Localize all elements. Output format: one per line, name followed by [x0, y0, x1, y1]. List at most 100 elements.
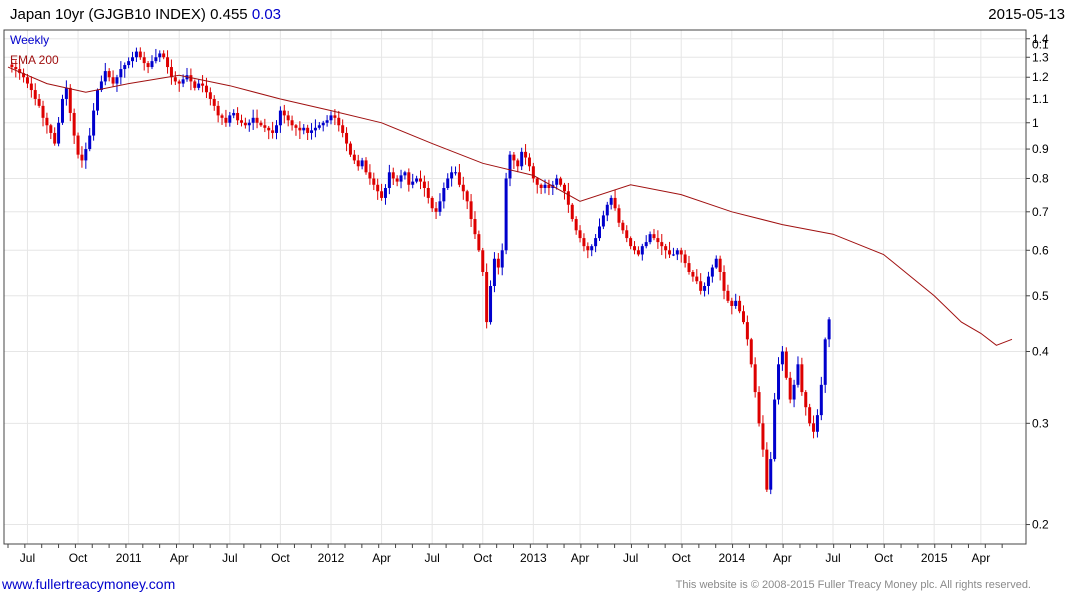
candle-body [827, 319, 831, 340]
candle-body [450, 172, 454, 179]
candle-body [473, 219, 477, 235]
candle-body [158, 53, 162, 58]
candle-body [531, 166, 535, 179]
candle-body [25, 77, 29, 84]
candle-body [613, 197, 617, 209]
x-tick-label: Apr [571, 551, 590, 565]
candle-body [804, 392, 808, 408]
x-tick-label: Apr [170, 551, 189, 565]
candle-body [387, 172, 391, 189]
candle-body [391, 172, 395, 179]
candle-body [590, 246, 594, 251]
candle-body [815, 415, 819, 432]
candle-body [290, 120, 294, 126]
candle-body [271, 130, 275, 133]
x-tick-label: Apr [972, 551, 991, 565]
candle-body [784, 351, 788, 378]
candle-body [325, 120, 329, 123]
candle-body [644, 242, 648, 247]
candle-body [539, 184, 543, 189]
candle-body [14, 67, 18, 70]
x-tick-label: Oct [69, 551, 88, 565]
candle-body [282, 110, 286, 116]
site-link[interactable]: www.fullertreacymoney.com [2, 576, 175, 592]
candle-body [407, 172, 411, 185]
y-tick-label: 0.9 [1032, 142, 1049, 156]
candle-body [306, 127, 310, 133]
candle-body [310, 130, 314, 133]
candle-body [220, 115, 224, 118]
x-tick-label: Jul [424, 551, 439, 565]
candle-body [671, 254, 675, 256]
candle-body [57, 122, 61, 144]
candle-body [586, 246, 590, 251]
candle-body [329, 115, 333, 121]
candle-body [41, 105, 45, 118]
x-tick-label: Apr [773, 551, 792, 565]
candle-body [695, 276, 699, 282]
candle-body [352, 154, 356, 161]
candle-body [29, 83, 33, 91]
y-tick-label: 0.7 [1032, 205, 1049, 219]
period-label: Weekly [10, 33, 49, 47]
y-axis: 0.20.30.40.50.60.70.80.911.11.21.31.40.1 [1026, 32, 1049, 532]
x-tick-label: 2012 [318, 551, 345, 565]
plot-frame [3, 29, 1027, 545]
candle-body [636, 250, 640, 255]
candle-body [45, 117, 49, 126]
candle-body [64, 87, 68, 99]
candle-body [777, 364, 781, 400]
candle-body [687, 263, 691, 273]
candle-body [800, 364, 804, 393]
candle-body [247, 122, 251, 126]
candle-body [675, 250, 679, 255]
candle-body [236, 112, 240, 121]
candle-body [115, 77, 119, 84]
x-tick-label: Jul [20, 551, 35, 565]
candle-body [543, 184, 547, 189]
candle-body [609, 197, 613, 205]
candle-body [819, 384, 823, 416]
candle-body [512, 154, 516, 161]
candle-body [134, 51, 138, 58]
candle-body [734, 300, 738, 306]
candle-body [601, 215, 605, 227]
x-tick-label: Apr [372, 551, 391, 565]
candle-body [201, 83, 205, 86]
candle-body [562, 184, 566, 192]
candle-body [193, 81, 197, 88]
candle-body [442, 188, 446, 202]
candle-body [298, 127, 302, 131]
y-tick-label: 0.5 [1032, 289, 1049, 303]
candle-body [446, 178, 450, 189]
candle-body [430, 197, 434, 209]
candle-body [251, 117, 255, 123]
candle-body [239, 120, 243, 123]
candle-body [146, 63, 150, 68]
candle-body [208, 92, 212, 99]
candle-body [489, 286, 493, 323]
y-tick-label: 0.6 [1032, 243, 1049, 257]
candle-body [823, 339, 827, 385]
candle-body [321, 122, 325, 126]
candle-body [477, 234, 481, 251]
x-axis: Jul Oct 2011 Apr Jul Oct 2012 Apr Jul Oct 2013 Apr J… [7, 544, 1003, 565]
candle-body [535, 178, 539, 185]
candle-body [84, 149, 88, 161]
candle-body [426, 188, 430, 198]
candle-body [399, 175, 403, 182]
x-tick-label: 2015 [921, 551, 948, 565]
candle-body [88, 135, 92, 150]
candle-body [422, 181, 426, 189]
candlesticks [10, 47, 831, 495]
candle-body [625, 230, 629, 239]
candle-body [741, 311, 745, 323]
candle-body [617, 208, 621, 223]
candle-body [773, 399, 777, 460]
candle-body [212, 98, 216, 106]
candle-body [780, 351, 784, 365]
candle-body [605, 204, 609, 216]
candle-body [232, 112, 236, 116]
candle-body [547, 184, 551, 189]
candle-body [224, 117, 228, 123]
